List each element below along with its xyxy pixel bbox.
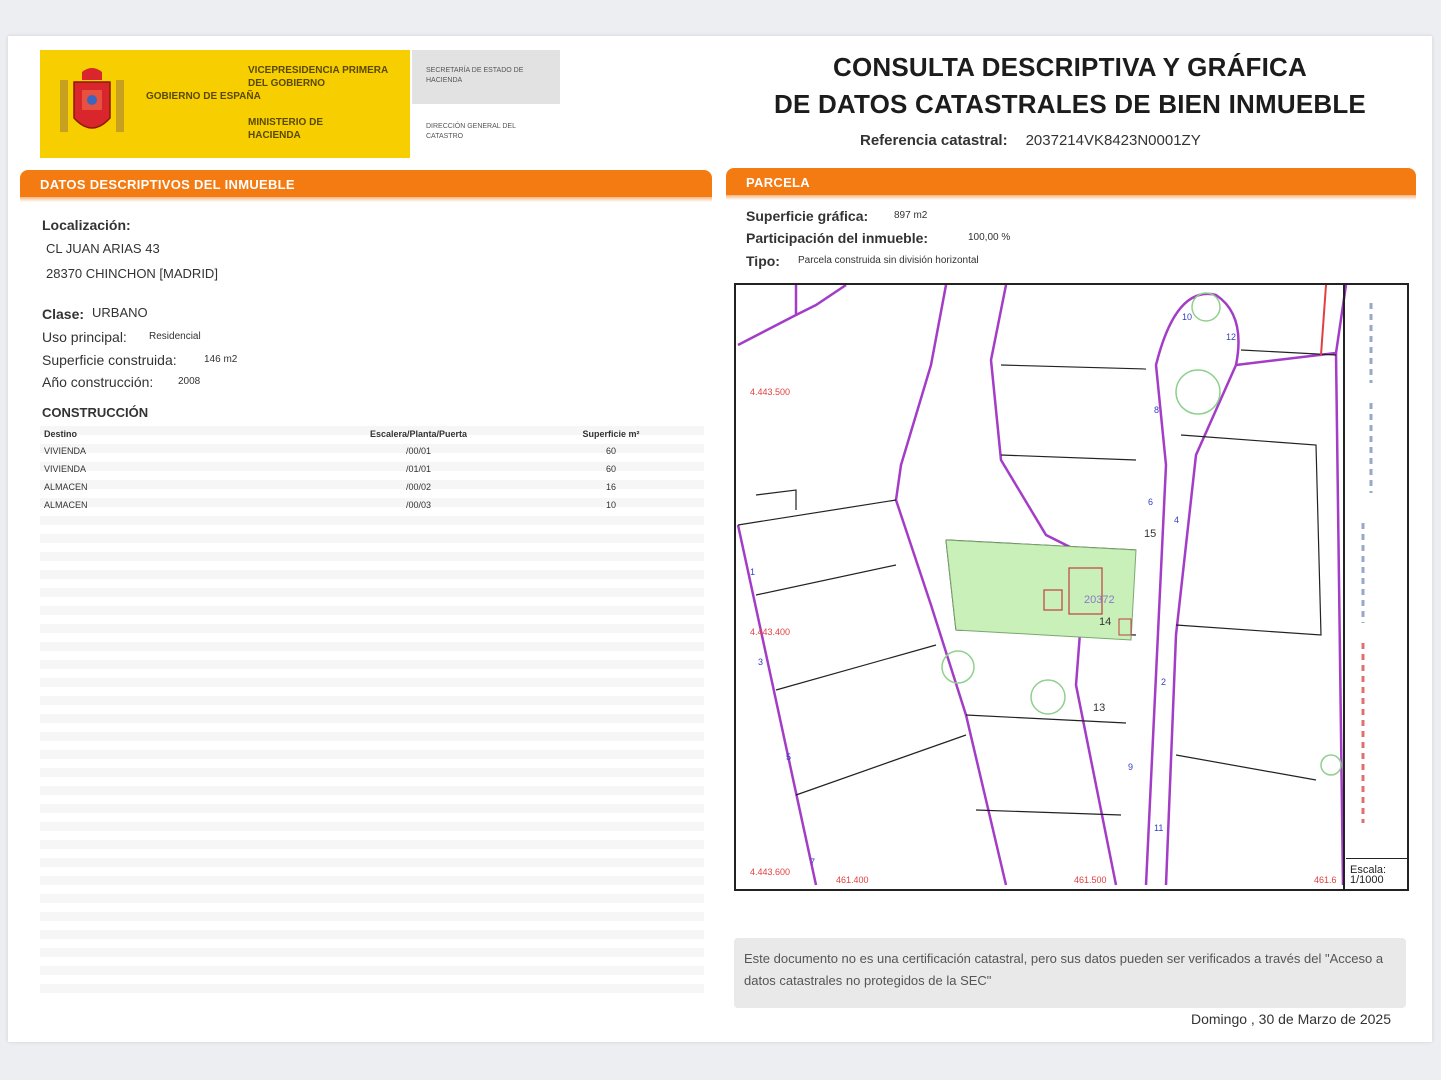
document-date: Domingo , 30 de Marzo de 2025 [1190,1011,1391,1027]
map-coord-y3: 4.443.600 [750,867,790,877]
cell-superficie: 16 [606,482,617,492]
escala-value: 1/1000 [1350,874,1384,886]
participacion-label: Participación del inmueble: [746,230,929,246]
cell-destino: VIVIENDA [44,446,87,456]
logo-ministerio-text: MINISTERIO DE HACIENDA [248,117,324,141]
verification-note: Este documento no es una certificación c… [734,938,1406,1008]
clase-label: Clase: [42,306,85,322]
svg-text:3: 3 [758,657,763,667]
map-lot-15: 15 [1144,528,1156,540]
clase-value: URBANO [92,305,148,320]
uso-value: Residencial [149,331,201,342]
map-legend-decoration [1361,303,1373,823]
svg-text:11: 11 [1154,823,1163,833]
cell-destino: VIVIENDA [44,464,87,474]
cell-superficie: 60 [606,464,617,474]
superficie-value: 146 m2 [204,354,238,365]
svg-text:12: 12 [1226,332,1236,342]
map-coord-y2: 4.443.400 [750,627,790,637]
cadastral-map: 15 14 13 20372 4.443.500 4.443.400 4.443… [734,283,1409,891]
document-title-line1: CONSULTA DESCRIPTIVA Y GRÁFICA [832,52,1308,82]
table-row: ALMACEN /00/02 16 [40,478,704,496]
anio-value: 2008 [178,376,201,387]
construccion-title: CONSTRUCCIÓN [42,405,149,420]
svg-text:5: 5 [786,752,791,762]
cell-destino: ALMACEN [44,500,88,510]
cell-escalera: /00/02 [405,482,431,492]
parcela-header: PARCELA [726,168,1416,200]
datos-descriptivos-header: DATOS DESCRIPTIVOS DEL INMUEBLE [20,170,712,202]
map-lot-14: 14 [1099,616,1111,628]
sup-grafica-value: 897 m2 [894,210,928,221]
svg-text:6: 6 [1148,497,1153,507]
tipo-value: Parcela construida sin división horizont… [798,255,979,266]
column-header-escalera: Escalera/Planta/Puerta [369,429,467,439]
participacion-value: 100,00 % [968,232,1011,243]
direccion-line2: 28370 CHINCHON [MADRID] [46,266,218,281]
localizacion-label: Localización: [42,217,131,233]
cell-superficie: 60 [606,446,617,456]
logo-secretaria-text: SECRETARÍA DE ESTADO DE HACIENDA [426,67,524,84]
svg-text:7: 7 [810,857,815,867]
svg-text:8: 8 [1154,405,1159,415]
table-header-row: Destino Escalera/Planta/Puerta Superfici… [40,426,704,442]
sup-grafica-label: Superficie gráfica: [746,208,869,224]
direccion-line1: CL JUAN ARIAS 43 [46,241,160,256]
map-coord-y1: 4.443.500 [750,387,790,397]
column-header-superficie: Superficie m² [582,429,640,439]
map-parcel-ref: 20372 [1084,594,1115,606]
table-row: VIVIENDA /01/01 60 [40,460,704,478]
map-lot-13: 13 [1093,702,1105,714]
map-coord-x1: 461.400 [836,875,869,885]
svg-text:4: 4 [1174,515,1179,525]
cell-superficie: 10 [606,500,617,510]
coat-of-arms-icon [60,68,124,132]
column-header-destino: Destino [44,429,78,439]
logo-direccion-text: DIRECCIÓN GENERAL DEL CATASTRO [426,123,516,140]
logo-gobierno-text: GOBIERNO DE ESPAÑA [146,91,261,102]
document-title-line2: DE DATOS CATASTRALES DE BIEN INMUEBLE [774,89,1366,119]
table-row: VIVIENDA /00/01 60 [40,442,704,460]
cell-destino: ALMACEN [44,482,88,492]
map-coord-x2: 461.500 [1074,875,1107,885]
logo-vicepresidencia-text: VICEPRESIDENCIA PRIMERA DEL GOBIERNO [248,65,388,89]
map-coord-x3: 461.6 [1314,875,1337,885]
cell-escalera: /00/01 [405,446,431,456]
tipo-label: Tipo: [746,253,780,269]
map-legend [1343,283,1409,891]
referencia-value: 2037214VK8423N0001ZY [1025,132,1201,149]
construccion-table: Destino Escalera/Planta/Puerta Superfici… [40,426,704,514]
referencia-label: Referencia catastral: [860,132,1008,149]
referencia-catastral: Referencia catastral: 2037214VK8423N0001Z… [860,132,1201,149]
svg-text:10: 10 [1182,312,1192,322]
svg-text:2: 2 [1161,677,1166,687]
svg-text:1: 1 [750,567,755,577]
table-row: ALMACEN /00/03 10 [40,496,704,514]
anio-label: Año construcción: [42,374,154,390]
escala-box: Escala: 1/1000 [1346,858,1408,891]
cell-escalera: /00/03 [405,500,431,510]
cadastral-map-drawing: 15 14 13 20372 4.443.500 4.443.400 4.443… [736,285,1348,886]
superficie-label: Superficie construida: [42,352,177,368]
svg-text:9: 9 [1128,762,1133,772]
cell-escalera: /01/01 [405,464,431,474]
uso-label: Uso principal: [42,329,127,345]
